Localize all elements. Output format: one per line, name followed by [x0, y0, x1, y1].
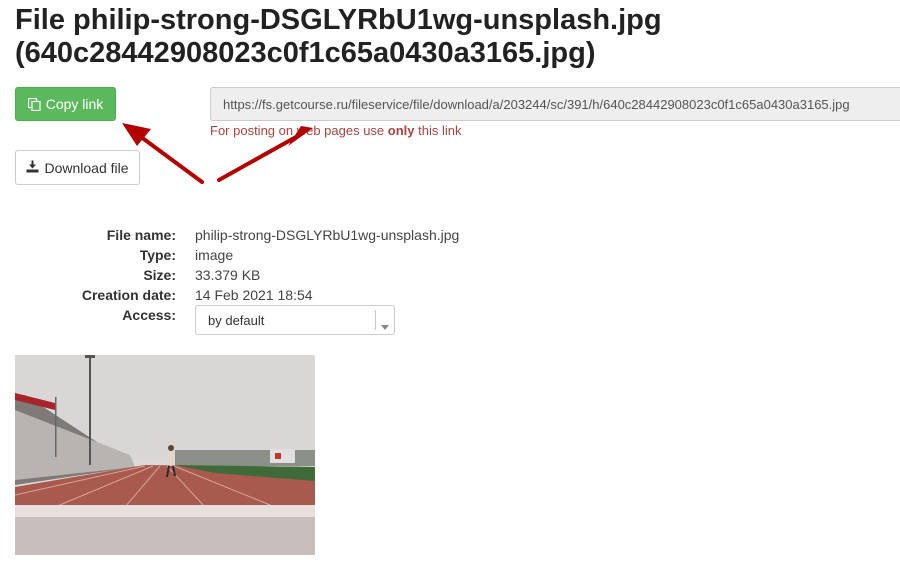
copy-link-label: Copy link [45, 96, 104, 112]
select-divider [375, 310, 376, 330]
file-name-label: File name: [106, 227, 176, 243]
file-name-value: philip-strong-DSGLYRbU1wg-unsplash.jpg [195, 227, 460, 243]
file-details-page: File philip-strong-DSGLYRbU1wg-unsplash.… [0, 0, 900, 571]
hint-prefix: For posting on web pages use [210, 123, 388, 138]
size-value: 33.379 KB [195, 267, 261, 283]
access-label: Access: [122, 307, 176, 323]
creation-date-value: 14 Feb 2021 18:54 [195, 287, 313, 303]
file-url-field[interactable] [210, 87, 900, 121]
image-preview [15, 355, 315, 555]
download-icon [26, 160, 39, 176]
access-selected-value: by default [208, 313, 265, 328]
download-file-label: Download file [44, 159, 129, 176]
type-value: image [195, 247, 234, 263]
caret-down-icon [381, 318, 389, 333]
download-file-button[interactable]: Download file [15, 150, 140, 185]
access-select[interactable]: by default [195, 305, 395, 335]
hint-suffix: this link [414, 123, 462, 138]
creation-date-label: Creation date: [81, 287, 176, 303]
type-label: Type: [139, 247, 176, 263]
page-title: File philip-strong-DSGLYRbU1wg-unsplash.… [15, 4, 662, 69]
hint-emphasis: only [387, 123, 415, 138]
link-usage-hint: For posting on web pages use only this l… [210, 123, 461, 138]
size-label: Size: [143, 267, 176, 283]
copy-icon [27, 97, 41, 111]
copy-link-button[interactable]: Copy link [15, 87, 116, 121]
